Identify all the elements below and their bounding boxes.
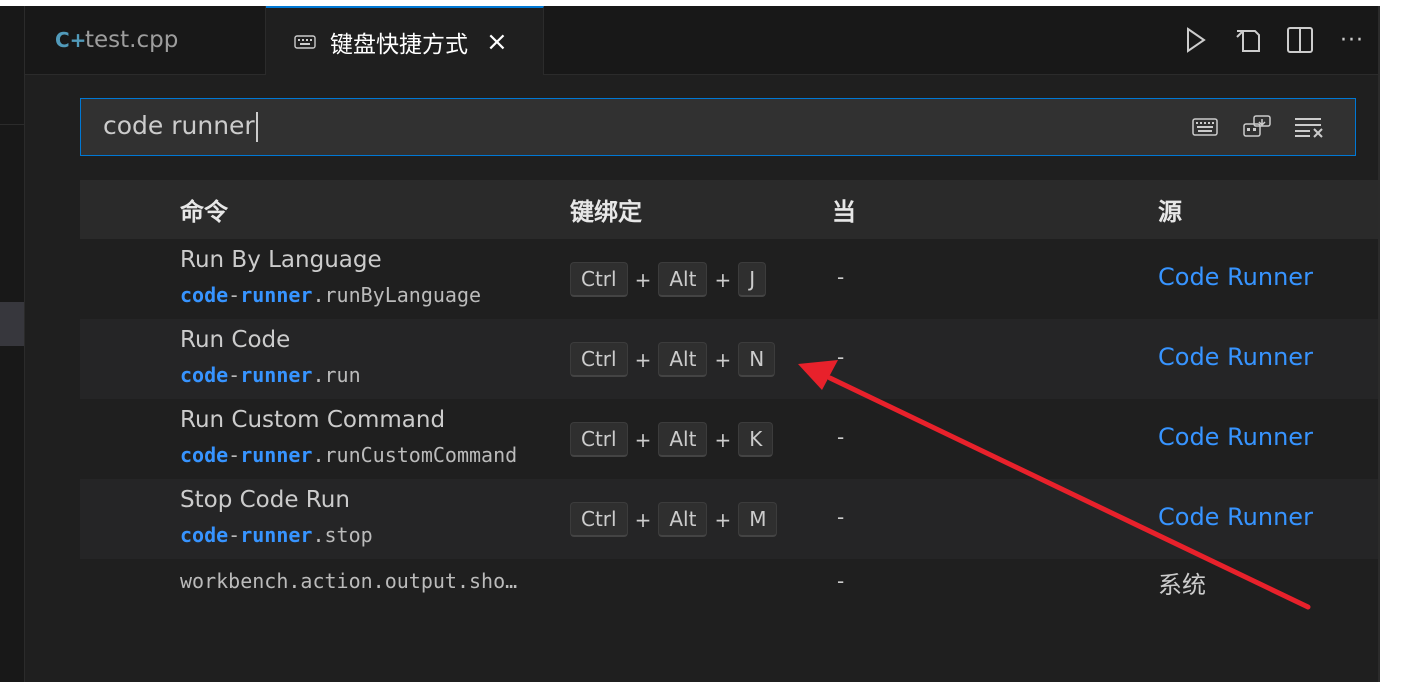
command-title: Run By Language (180, 247, 382, 273)
key-plus: + (714, 427, 732, 452)
active-indicator[interactable] (0, 302, 24, 346)
editor-actions: ··· (1170, 6, 1378, 74)
key-plus: + (714, 507, 732, 532)
header-command[interactable]: 命令 (180, 192, 228, 227)
key-plus: + (634, 507, 652, 532)
source-label: 系统 (1158, 571, 1206, 599)
open-json-icon[interactable] (1222, 20, 1274, 60)
tab-bar: C+ test.cpp 键盘快捷方式 × ··· (25, 6, 1378, 75)
key-cap: J (738, 262, 767, 297)
when-clause: - (837, 425, 845, 449)
command-title: Stop Code Run (180, 487, 350, 513)
command-title: Run Custom Command (180, 407, 446, 433)
header-keybinding[interactable]: 键绑定 (570, 192, 642, 227)
keybindings-search-input[interactable]: code runner (80, 98, 1356, 156)
keybinding[interactable]: Ctrl + Alt + K (570, 422, 774, 457)
tab-label: test.cpp (85, 27, 179, 53)
header-source[interactable]: 源 (1158, 192, 1182, 227)
tab-label: 键盘快捷方式 (330, 31, 468, 58)
key-cap: Alt (658, 502, 708, 537)
close-icon[interactable]: × (486, 27, 508, 57)
divider (0, 124, 24, 125)
search-value: code runner (103, 111, 258, 142)
key-cap: Ctrl (570, 342, 628, 377)
key-cap: Alt (658, 422, 708, 457)
sort-by-precedence-icon[interactable] (1241, 111, 1273, 143)
tab-keyboard-shortcuts[interactable]: 键盘快捷方式 × (266, 6, 544, 75)
table-row[interactable]: Stop Code Run code-runner.stop Ctrl + Alt… (80, 479, 1378, 559)
source-link[interactable]: Code Runner (1158, 343, 1313, 371)
key-plus: + (714, 347, 732, 372)
right-edge (1378, 6, 1404, 682)
key-cap: M (738, 502, 778, 537)
run-icon[interactable] (1170, 20, 1222, 60)
clear-search-icon[interactable] (1293, 111, 1325, 143)
keybinding[interactable]: Ctrl + Alt + J (570, 262, 767, 297)
table-row[interactable]: Run By Language code-runner.runByLanguag… (80, 239, 1378, 319)
key-cap: Alt (658, 342, 708, 377)
when-clause: - (837, 569, 845, 593)
key-cap: N (738, 342, 776, 377)
keyboard-icon (294, 34, 324, 49)
source-link[interactable]: Code Runner (1158, 423, 1313, 451)
search-actions (1189, 111, 1325, 143)
split-editor-icon[interactable] (1274, 20, 1326, 60)
key-cap: Ctrl (570, 262, 628, 297)
record-keys-icon[interactable] (1189, 111, 1221, 143)
table-header: 命令 键绑定 当 源 (80, 180, 1378, 239)
key-plus: + (634, 267, 652, 292)
key-plus: + (634, 347, 652, 372)
keybinding[interactable]: Ctrl + Alt + M (570, 502, 778, 537)
table-row[interactable]: workbench.action.output.sho… - 系统 (80, 559, 1378, 607)
source-link[interactable]: Code Runner (1158, 263, 1313, 291)
divider (1378, 6, 1380, 682)
key-cap: Ctrl (570, 502, 628, 537)
key-plus: + (714, 267, 732, 292)
source-link[interactable]: Code Runner (1158, 503, 1313, 531)
more-actions-icon[interactable]: ··· (1326, 20, 1378, 60)
keybinding[interactable]: Ctrl + Alt + N (570, 342, 776, 377)
when-clause: - (837, 505, 845, 529)
command-id: code-runner.run (180, 363, 361, 387)
when-clause: - (837, 265, 845, 289)
command-id: code-runner.stop (180, 523, 373, 547)
cpp-file-icon: C+ (55, 28, 87, 52)
key-cap: K (738, 422, 774, 457)
tab-test-cpp[interactable]: C+ test.cpp (25, 6, 266, 74)
table-row[interactable]: Run Code code-runner.run Ctrl + Alt + N - … (80, 319, 1378, 399)
header-when[interactable]: 当 (832, 192, 856, 227)
activity-bar (0, 6, 25, 682)
table-row[interactable]: Run Custom Command code-runner.runCustom… (80, 399, 1378, 479)
text-caret (255, 112, 258, 142)
key-cap: Ctrl (570, 422, 628, 457)
when-clause: - (837, 345, 845, 369)
command-id: code-runner.runByLanguage (180, 283, 482, 307)
key-plus: + (634, 427, 652, 452)
keybindings-table: 命令 键绑定 当 源 Run By Language code-runner.r… (80, 180, 1378, 607)
command-id: workbench.action.output.sho… (180, 569, 518, 593)
key-cap: Alt (658, 262, 708, 297)
command-title: Run Code (180, 327, 291, 353)
command-id: code-runner.runCustomCommand (180, 443, 518, 467)
